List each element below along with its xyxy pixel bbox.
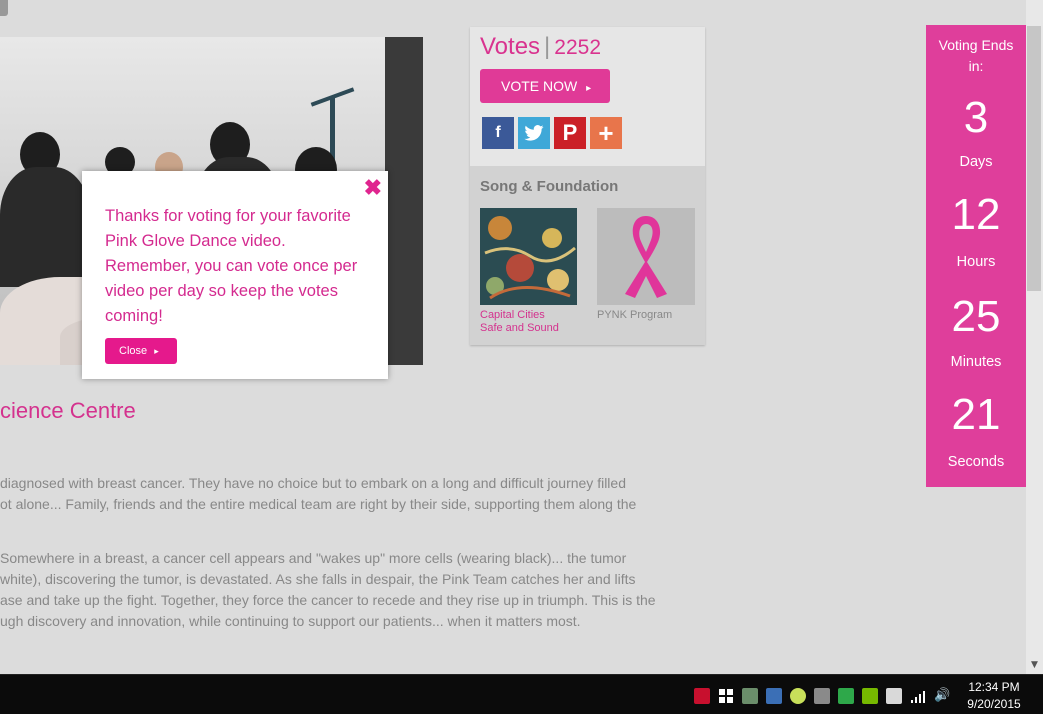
twitter-icon[interactable] xyxy=(518,117,550,149)
dancer-body xyxy=(0,167,90,287)
song-foundation-title: Song & Foundation xyxy=(480,178,619,195)
votes-count-line: Votes | 2252 xyxy=(480,33,601,61)
pinterest-icon[interactable]: P xyxy=(554,117,586,149)
countdown-title-line: in: xyxy=(968,58,984,74)
close-button[interactable]: Close ▸ xyxy=(105,338,177,364)
countdown-days-label: Days xyxy=(959,154,993,170)
top-edge-tab xyxy=(0,0,8,16)
vote-confirmation-modal: ✖ Thanks for voting for your favorite Pi… xyxy=(82,171,388,379)
action-center-flag-icon[interactable] xyxy=(886,688,902,704)
article-text-line: white), discovering the tumor, is devast… xyxy=(0,571,636,587)
web-page: ✖ Thanks for voting for your favorite Pi… xyxy=(0,0,1026,674)
clock-date[interactable]: 9/20/2015 xyxy=(958,697,1030,711)
countdown-days: 3 xyxy=(963,93,989,142)
voting-countdown: Voting Ends in: 3 Days 12 Hours 25 Minut… xyxy=(926,25,1026,487)
album-song: Safe and Sound xyxy=(480,322,559,334)
countdown-title: Voting Ends in: xyxy=(926,35,1026,77)
votes-label: Votes xyxy=(480,33,541,60)
countdown-hours-label: Hours xyxy=(956,254,996,270)
song-foundation-box: Song & Foundation Capital Cities Safe an… xyxy=(470,166,705,345)
album-cover[interactable] xyxy=(480,208,577,305)
countdown-title-line: Voting Ends xyxy=(938,37,1014,53)
album-artist: Capital Cities xyxy=(480,309,545,321)
nvidia-icon[interactable] xyxy=(862,688,878,704)
network-adapter-icon[interactable] xyxy=(814,688,830,704)
article-text-line: Somewhere in a breast, a cancer cell app… xyxy=(0,550,627,566)
pink-ribbon-icon xyxy=(625,216,667,298)
votes-panel: Votes | 2252 VOTE NOW ▸ f P + Song & Found… xyxy=(470,27,705,345)
clock-time[interactable]: 12:34 PM xyxy=(958,680,1030,694)
arrow-right-icon: ▸ xyxy=(586,83,592,94)
votes-separator: | xyxy=(544,33,551,60)
scrollbar-thumb[interactable] xyxy=(1027,26,1041,291)
signal-strength-icon[interactable] xyxy=(910,688,926,704)
close-icon[interactable]: ✖ xyxy=(364,175,382,201)
countdown-seconds: 21 xyxy=(951,390,1001,439)
scroll-down-arrow-icon[interactable]: ▼ xyxy=(1026,658,1043,672)
pynk-program-image[interactable] xyxy=(597,208,695,305)
windows-flag-icon[interactable] xyxy=(718,688,734,704)
windows-taskbar: 🔊 12:34 PM 9/20/2015 xyxy=(0,674,1043,714)
arrow-right-icon: ▸ xyxy=(154,346,159,356)
speaker-icon[interactable]: 🔊 xyxy=(934,688,950,704)
article-text-line: diagnosed with breast cancer. They have … xyxy=(0,475,626,491)
vote-now-button[interactable]: VOTE NOW ▸ xyxy=(480,69,610,103)
close-button-label: Close xyxy=(119,345,148,357)
pen-tool-icon[interactable] xyxy=(766,688,782,704)
modal-message: Thanks for voting for your favorite Pink… xyxy=(105,207,358,325)
adobe-icon[interactable] xyxy=(694,688,710,704)
add-share-icon[interactable]: + xyxy=(590,117,622,149)
chat-icon[interactable] xyxy=(790,688,806,704)
security-icon[interactable] xyxy=(742,688,758,704)
album-caption[interactable]: Capital Cities Safe and Sound xyxy=(480,309,559,335)
votes-count: 2252 xyxy=(554,36,601,59)
article-headline: cience Centre xyxy=(0,398,136,423)
countdown-minutes: 25 xyxy=(951,292,1001,341)
ribbon-caption[interactable]: PYNK Program xyxy=(597,309,672,322)
article-text-line: ugh discovery and innovation, while cont… xyxy=(0,613,581,629)
check-icon[interactable] xyxy=(838,688,854,704)
facebook-icon[interactable]: f xyxy=(482,117,514,149)
article-text-line: ase and take up the fight. Together, the… xyxy=(0,592,656,608)
countdown-seconds-label: Seconds xyxy=(947,454,1005,470)
article-text-line: ot alone... Family, friends and the enti… xyxy=(0,496,637,512)
countdown-minutes-label: Minutes xyxy=(950,354,1002,370)
vote-now-label: VOTE NOW xyxy=(501,78,578,94)
countdown-hours: 12 xyxy=(951,190,1001,239)
